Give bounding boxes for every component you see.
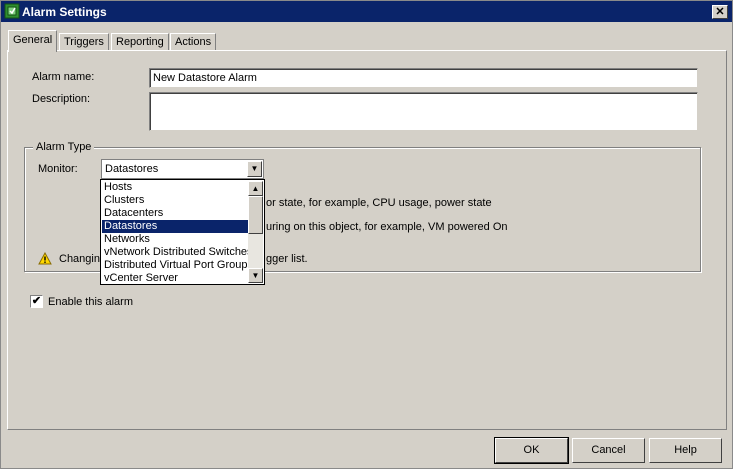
checkmark-icon: ✔	[31, 295, 42, 307]
alarm-name-label: Alarm name:	[32, 71, 95, 83]
list-item[interactable]: Hosts	[102, 181, 250, 194]
monitor-selected-value: Datastores	[105, 163, 159, 175]
list-item-selected[interactable]: Datastores	[102, 220, 250, 233]
list-item[interactable]: Networks	[102, 233, 250, 246]
alarm-name-value: New Datastore Alarm	[153, 72, 257, 84]
alarm-name-input[interactable]: New Datastore Alarm	[149, 68, 698, 88]
help-button[interactable]: Help	[649, 438, 722, 463]
enable-alarm-checkbox[interactable]: ✔	[30, 295, 43, 308]
description-label: Description:	[32, 93, 91, 105]
warning-triangle-icon	[38, 252, 52, 265]
monitor-select[interactable]: Datastores ▼	[101, 159, 264, 179]
ok-button[interactable]: OK	[494, 437, 569, 464]
monitor-event-option-text: uring on this object, for example, VM po…	[266, 221, 508, 233]
cancel-button[interactable]: Cancel	[572, 438, 645, 463]
description-input[interactable]	[149, 92, 698, 131]
close-button[interactable]: ✕	[712, 5, 728, 19]
monitor-label: Monitor:	[38, 163, 78, 175]
title-bar: Alarm Settings ✕	[1, 1, 732, 22]
list-item[interactable]: Distributed Virtual Port Groups	[102, 259, 250, 272]
monitor-condition-option-text: or state, for example, CPU usage, power …	[266, 197, 492, 209]
close-icon: ✕	[715, 6, 725, 18]
chevron-down-icon[interactable]: ▼	[247, 161, 262, 177]
scroll-down-icon[interactable]: ▼	[248, 268, 263, 283]
list-item[interactable]: Datacenters	[102, 207, 250, 220]
alarm-type-legend: Alarm Type	[33, 141, 95, 153]
monitor-dropdown-list[interactable]: Hosts Clusters Datacenters Datastores Ne…	[100, 179, 265, 285]
list-item[interactable]: vNetwork Distributed Switches	[102, 246, 250, 259]
alarm-settings-dialog: Alarm Settings ✕ General Triggers Report…	[0, 0, 733, 469]
tab-general[interactable]: General	[8, 30, 58, 52]
tab-triggers[interactable]: Triggers	[59, 33, 109, 51]
tab-actions[interactable]: Actions	[170, 33, 217, 51]
alarm-settings-icon	[4, 3, 20, 19]
dropdown-scrollbar[interactable]: ▲ ▼	[248, 181, 263, 283]
window-title: Alarm Settings	[22, 5, 107, 19]
list-item[interactable]: vCenter Server	[102, 272, 250, 284]
scrollbar-thumb[interactable]	[248, 196, 263, 234]
list-item[interactable]: Clusters	[102, 194, 250, 207]
scroll-up-icon[interactable]: ▲	[248, 181, 263, 196]
warning-text-suffix: gger list.	[266, 253, 308, 265]
enable-alarm-label: Enable this alarm	[48, 296, 133, 308]
tab-reporting[interactable]: Reporting	[111, 33, 169, 51]
